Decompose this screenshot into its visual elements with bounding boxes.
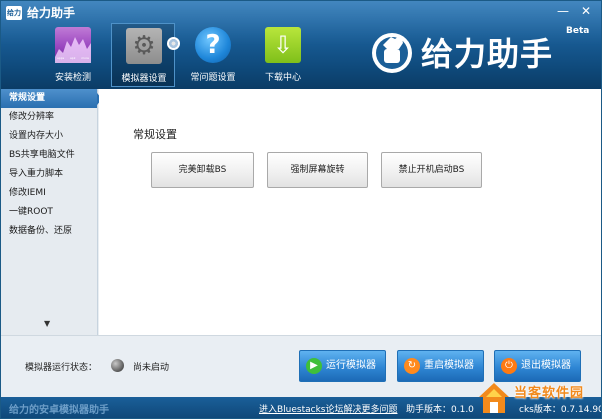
mini-label-apk: apk [69,56,76,60]
footer-bar: 给力的安卓模拟器助手 进入Bluestacks论坛解决更多问题 助手版本：0.1… [1,397,602,418]
status-text: 尚未启动 [133,363,170,373]
button-label: 运行模拟器 [326,360,376,371]
app-logo-icon: 给力 [6,6,22,20]
toolbar-label: 安装检测 [54,73,91,83]
disable-autostart-button[interactable]: 禁止开机启动BS [381,152,482,188]
toolbar-emulator-settings[interactable]: ⚙ 模拟器设置 [111,23,180,87]
button-label: 重启模拟器 [424,360,474,371]
force-rotate-button[interactable]: 强制屏幕旋转 [267,152,368,188]
sidebar-item-root[interactable]: 一键ROOT [1,203,97,222]
beta-badge: Beta [566,26,590,36]
exit-emulator-button[interactable]: ⏻ 退出模拟器 [494,350,581,382]
close-button[interactable]: ✕ [578,4,594,18]
toolbar-install-check[interactable]: apps apk more 安装检测 [41,23,105,87]
sidebar-item-memory[interactable]: 设置内存大小 [1,127,97,146]
run-emulator-button[interactable]: ▶ 运行模拟器 [299,350,386,382]
button-label: 退出模拟器 [521,360,571,371]
brand-name: 给力助手 [421,35,554,73]
toolbar-label: 常问题设置 [190,73,236,83]
section-title: 常规设置 [133,128,177,141]
sidebar-item-backup[interactable]: 数据备份、还原 [1,222,97,241]
mini-label-more: more [81,56,89,60]
sidebar-item-general-settings[interactable]: 常规设置 [1,89,102,108]
minimize-button[interactable]: — [555,4,571,18]
footer-slogan: 给力的安卓模拟器助手 [9,405,109,416]
restart-icon: ↻ [404,358,420,374]
mini-label-apps: apps [57,56,65,60]
sidebar: 常规设置 修改分辨率 设置内存大小 BS共享电脑文件 导入重力脚本 修改IEMI… [1,89,102,335]
toolbar-faq-settings[interactable]: ? 常问题设置 [181,23,245,87]
helper-version: 助手版本：0.1.0 [406,405,474,415]
download-arrow-icon: ⇩ [265,27,301,63]
sidebar-item-resolution[interactable]: 修改分辨率 [1,108,97,127]
app-window: 给力 给力助手 — ✕ apps apk more 安装检测 ⚙ 模拟器设置 ?… [0,0,602,419]
status-label: 模拟器运行状态： [25,363,98,373]
disc-icon [167,37,180,50]
sidebar-item-share-files[interactable]: BS共享电脑文件 [1,146,97,165]
toolbar-label: 下载中心 [264,73,301,83]
pink-screen-icon: apps apk more [55,27,91,63]
forum-link[interactable]: 进入Bluestacks论坛解决更多问题 [259,402,398,415]
bluestacks-version: cks版本：0.7.14.901 [519,405,602,415]
toolbar-download-center[interactable]: ⇩ 下载中心 [251,23,315,87]
brand-fist-logo-icon [372,33,412,73]
uninstall-bs-button[interactable]: 完美卸载BS [151,152,254,188]
sidebar-item-imei[interactable]: 修改IEMI [1,184,97,203]
restart-emulator-button[interactable]: ↻ 重启模拟器 [397,350,484,382]
status-bar: 模拟器运行状态： 尚未启动 ▶ 运行模拟器 ↻ 重启模拟器 ⏻ 退出模拟器 [1,335,601,397]
scroll-down-icon[interactable]: ▼ [44,319,50,328]
watermark-text: 当客软件园 [514,386,585,401]
question-icon: ? [195,27,231,63]
window-title: 给力助手 [27,6,76,20]
header-bar: 给力 给力助手 — ✕ apps apk more 安装检测 ⚙ 模拟器设置 ?… [1,1,601,89]
toolbar-label: 模拟器设置 [121,74,167,84]
sidebar-item-import-script[interactable]: 导入重力脚本 [1,165,97,184]
gear-icon: ⚙ [126,28,162,64]
watermark-house-icon [479,383,509,413]
main-panel: 常规设置 完美卸载BS 强制屏幕旋转 禁止开机启动BS [99,89,601,335]
power-icon: ⏻ [501,358,517,374]
play-icon: ▶ [306,358,322,374]
status-indicator-icon [111,359,124,372]
